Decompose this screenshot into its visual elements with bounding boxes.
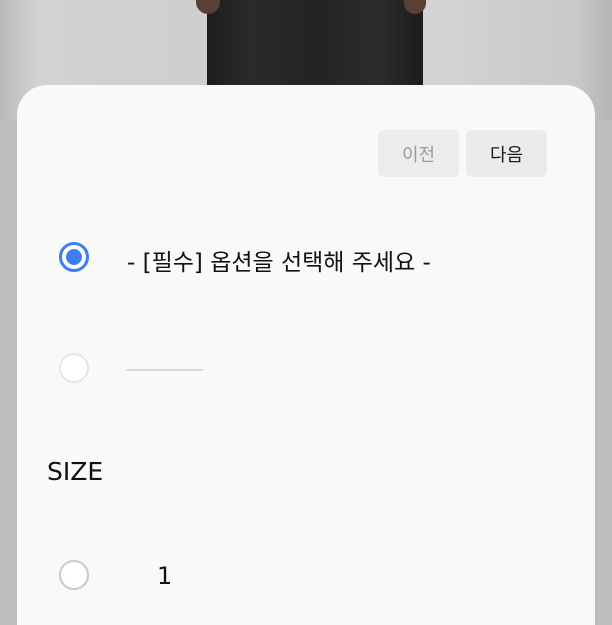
option-radio-required[interactable]	[59, 242, 89, 272]
size-option-label-1[interactable]: 1	[157, 562, 172, 590]
prev-button[interactable]: 이전	[378, 130, 459, 177]
next-button[interactable]: 다음	[466, 130, 547, 177]
size-section-title: SIZE	[47, 457, 104, 486]
option-label-required[interactable]: - [필수] 옵션을 선택해 주세요 -	[127, 243, 431, 277]
option-radio-separator[interactable]	[59, 353, 89, 383]
radio-selected-dot	[66, 249, 82, 265]
size-radio-1[interactable]	[59, 560, 89, 590]
option-label-separator: -------------------	[126, 362, 204, 378]
